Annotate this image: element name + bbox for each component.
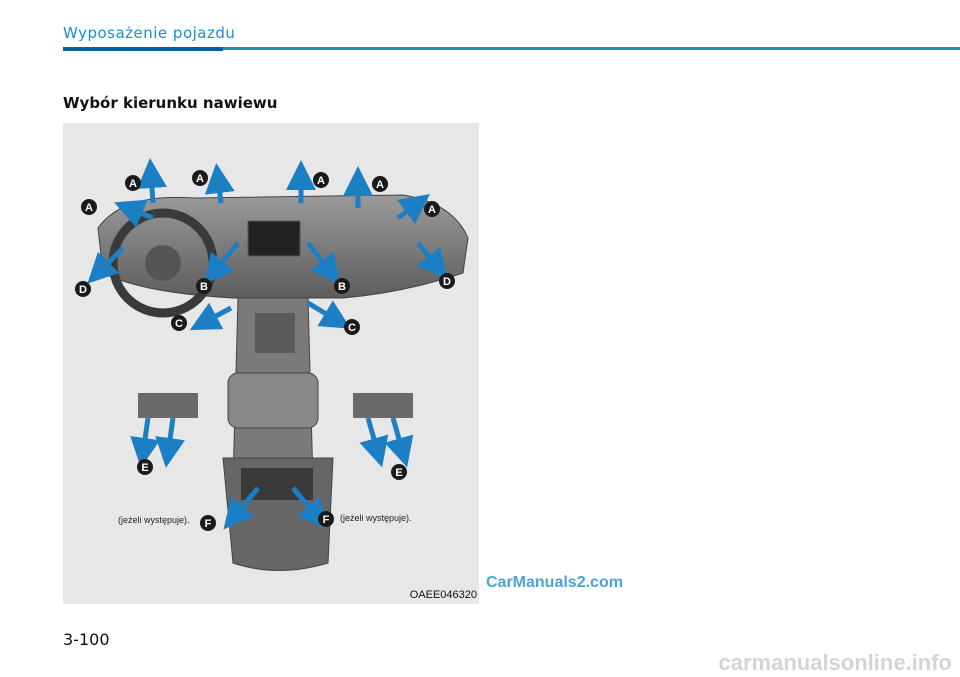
figure-code: OAEE046320	[409, 589, 477, 601]
label-a-5: A	[81, 199, 97, 215]
label-e-2: E	[391, 464, 407, 480]
rear-vent-note-left: (jeżeli występuje).	[118, 515, 190, 525]
label-d-2: D	[439, 273, 455, 289]
label-b-1: B	[196, 278, 212, 294]
rear-vent-note-right: (jeżeli występuje).	[340, 513, 412, 523]
svg-text:D: D	[443, 276, 451, 288]
svg-text:B: B	[200, 281, 208, 293]
header-rule	[63, 47, 960, 51]
section-title: Wyposażenie pojazdu	[63, 24, 236, 42]
label-a-1: A	[125, 175, 141, 191]
label-c-2: C	[344, 319, 360, 335]
airflow-figure: A A A A A A B B C C D D E E F F (jeżeli …	[63, 123, 479, 604]
dashboard-illustration: A A A A A A B B C C D D E E F F	[75, 158, 469, 571]
svg-text:F: F	[323, 514, 330, 526]
label-f-1: F	[200, 515, 216, 531]
page-number: 3-100	[63, 630, 110, 649]
label-e-1: E	[137, 459, 153, 475]
svg-text:A: A	[85, 202, 93, 214]
svg-text:F: F	[205, 518, 212, 530]
label-f-2: F	[318, 511, 334, 527]
svg-text:D: D	[79, 284, 87, 296]
label-a-6: A	[424, 201, 440, 217]
svg-text:C: C	[175, 318, 183, 330]
label-a-4: A	[372, 176, 388, 192]
svg-text:A: A	[196, 173, 204, 185]
footer-watermark: carmanualsonline.info	[718, 650, 953, 675]
label-c-1: C	[171, 315, 187, 331]
svg-text:A: A	[376, 179, 384, 191]
svg-text:A: A	[317, 175, 325, 187]
subheading: Wybór kierunku nawiewu	[63, 94, 278, 112]
label-b-2: B	[334, 278, 350, 294]
label-a-3: A	[313, 172, 329, 188]
site-watermark: CarManuals2.com	[486, 574, 623, 591]
svg-text:C: C	[348, 322, 356, 334]
svg-text:A: A	[129, 178, 137, 190]
label-a-2: A	[192, 170, 208, 186]
svg-text:E: E	[141, 462, 148, 474]
label-d-1: D	[75, 281, 91, 297]
svg-text:B: B	[338, 281, 346, 293]
svg-text:E: E	[395, 467, 402, 479]
svg-text:A: A	[428, 204, 436, 216]
